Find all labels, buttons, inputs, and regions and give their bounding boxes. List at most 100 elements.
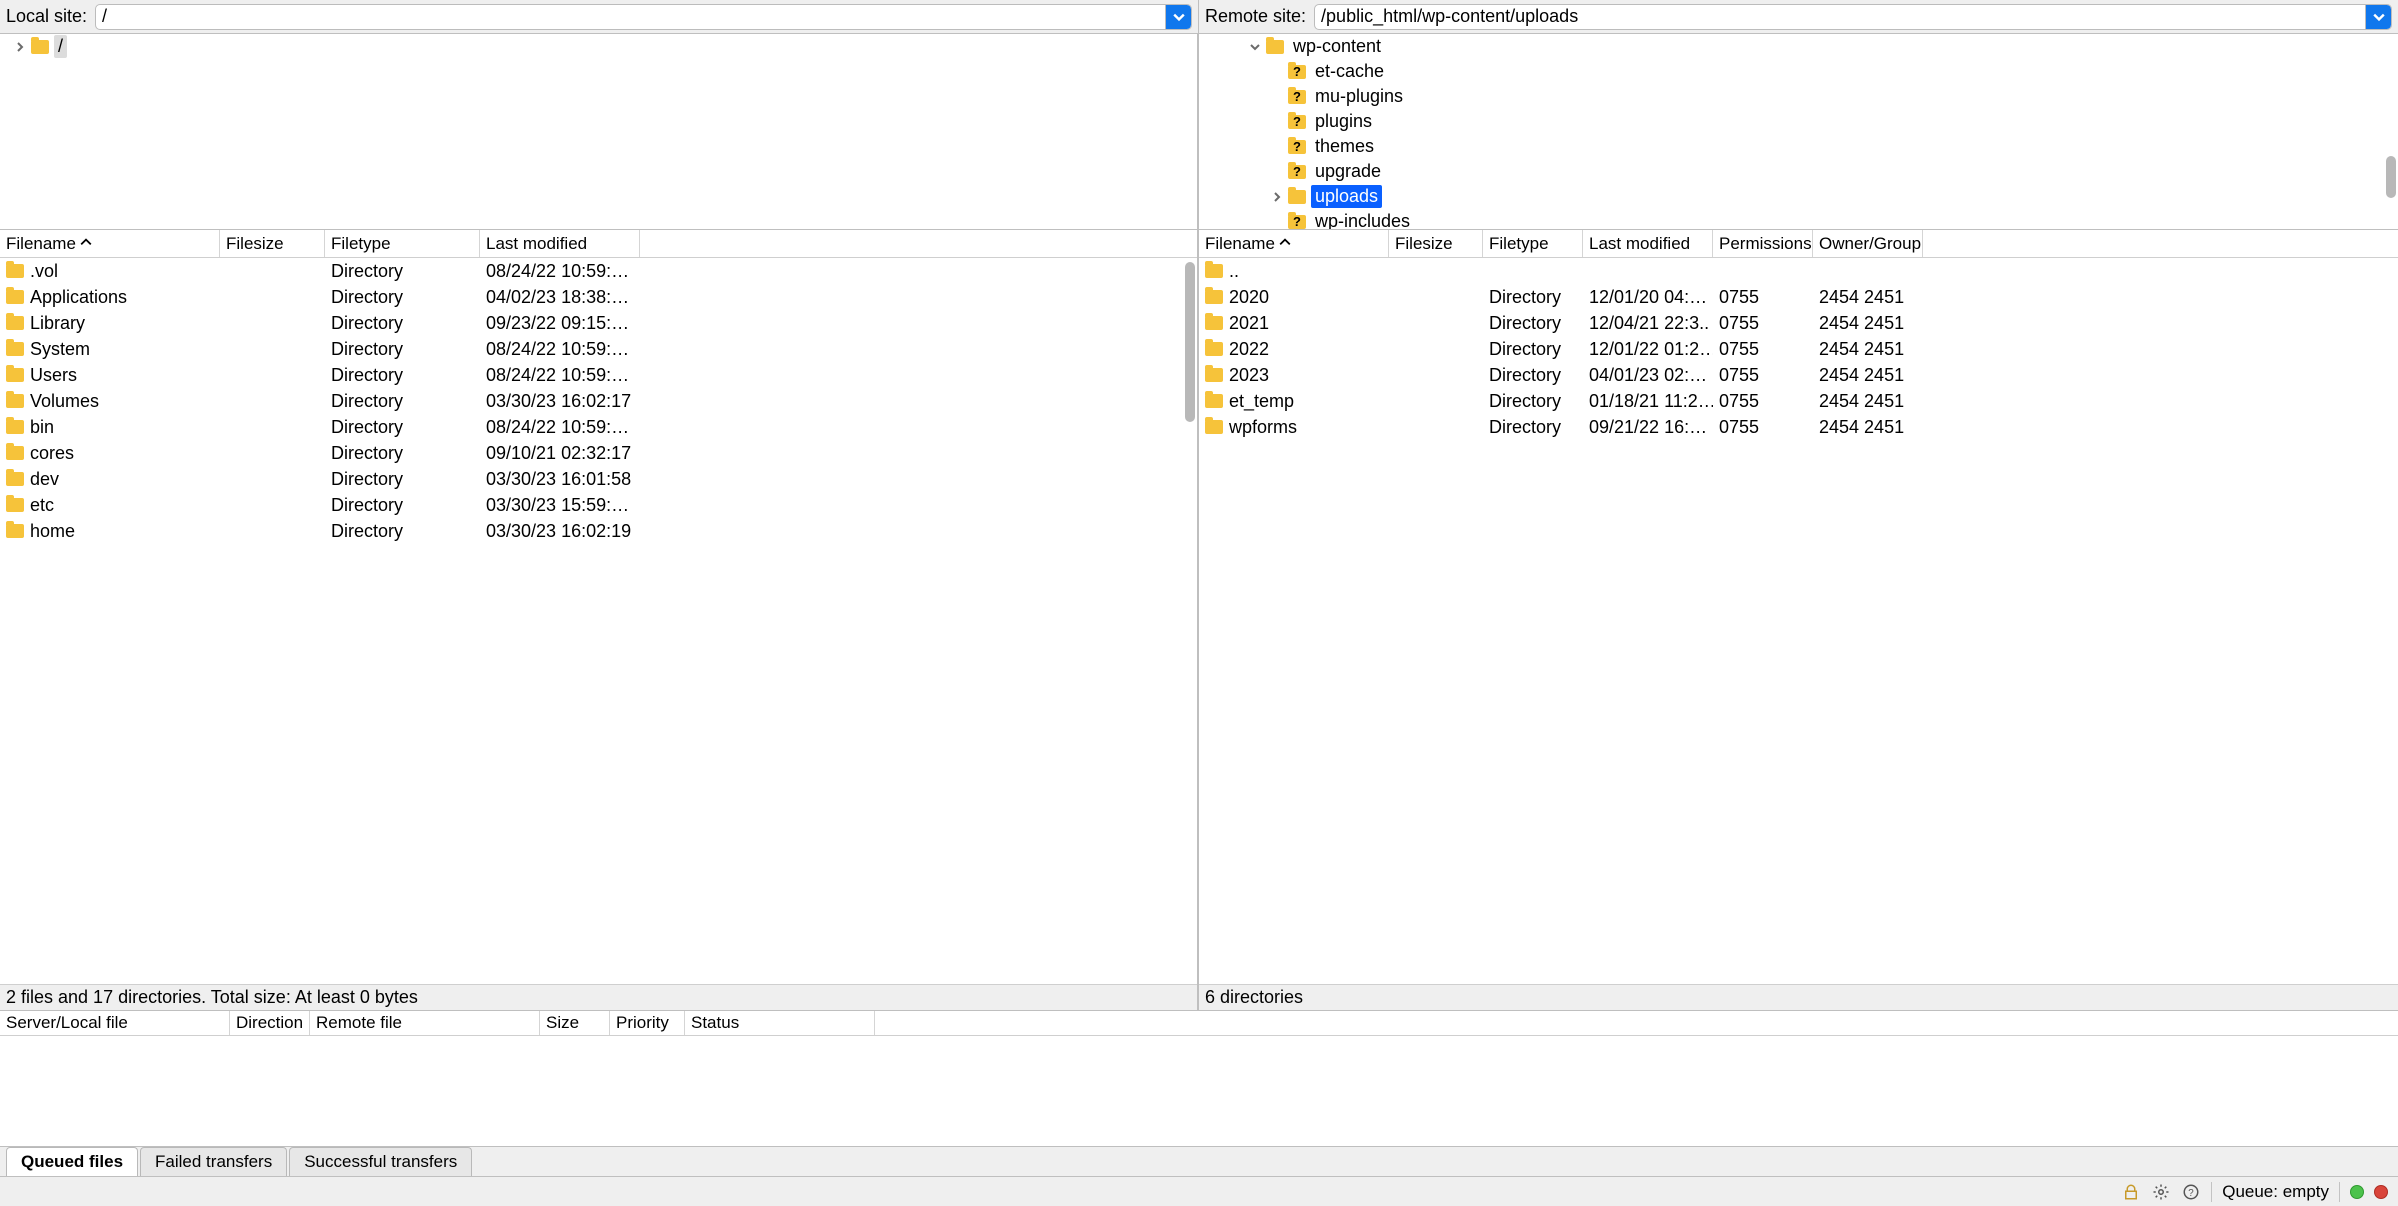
file-name: Applications bbox=[30, 287, 127, 308]
remote-rows[interactable]: ..2020Directory12/01/20 04:…07552454 245… bbox=[1199, 258, 2398, 984]
column-header[interactable]: Filename bbox=[1199, 230, 1389, 257]
folder-icon bbox=[6, 472, 24, 486]
folder-icon bbox=[6, 342, 24, 356]
disclosure-icon[interactable] bbox=[1271, 192, 1283, 202]
folder-icon bbox=[1205, 316, 1223, 330]
column-header[interactable]: Permissions bbox=[1713, 230, 1813, 257]
column-header[interactable]: Filesize bbox=[220, 230, 325, 257]
column-header[interactable]: Last modified bbox=[1583, 230, 1713, 257]
column-header[interactable]: Filetype bbox=[1483, 230, 1583, 257]
tree-item-label: wp-content bbox=[1289, 35, 1385, 58]
tree-item-label: uploads bbox=[1311, 185, 1382, 208]
file-row[interactable]: 2022Directory12/01/22 01:2…07552454 2451 bbox=[1199, 336, 2398, 362]
tab[interactable]: Successful transfers bbox=[289, 1147, 472, 1176]
tree-item[interactable]: ?wp-includes bbox=[1199, 209, 2398, 230]
tree-item[interactable]: / bbox=[0, 34, 1197, 59]
file-row[interactable]: VolumesDirectory03/30/23 16:02:17 bbox=[0, 388, 1197, 414]
column-header[interactable]: Owner/Group bbox=[1813, 230, 1923, 257]
file-row[interactable]: LibraryDirectory09/23/22 09:15:… bbox=[0, 310, 1197, 336]
column-header[interactable]: Priority bbox=[610, 1011, 685, 1035]
remote-path-input[interactable] bbox=[1315, 5, 2365, 29]
cell-mod: 12/01/20 04:… bbox=[1583, 287, 1713, 308]
file-row[interactable]: 2023Directory04/01/23 02:…07552454 2451 bbox=[1199, 362, 2398, 388]
scrollbar-thumb[interactable] bbox=[2386, 156, 2396, 198]
lock-icon[interactable] bbox=[2121, 1182, 2141, 1202]
local-path-input[interactable] bbox=[96, 5, 1165, 29]
local-path-dropdown[interactable] bbox=[1165, 5, 1191, 29]
tree-item[interactable]: ?et-cache bbox=[1199, 59, 2398, 84]
local-column-header[interactable]: FilenameFilesizeFiletype Last modified bbox=[0, 230, 1197, 258]
local-rows[interactable]: .volDirectory08/24/22 10:59:…Application… bbox=[0, 258, 1197, 984]
file-row[interactable]: ApplicationsDirectory04/02/23 18:38:… bbox=[0, 284, 1197, 310]
local-path-field[interactable] bbox=[95, 4, 1192, 30]
tree-item[interactable]: ?themes bbox=[1199, 134, 2398, 159]
file-row[interactable]: homeDirectory03/30/23 16:02:19 bbox=[0, 518, 1197, 544]
tab[interactable]: Queued files bbox=[6, 1147, 138, 1176]
folder-icon bbox=[6, 316, 24, 330]
file-row[interactable]: UsersDirectory08/24/22 10:59:… bbox=[0, 362, 1197, 388]
file-row[interactable]: .volDirectory08/24/22 10:59:… bbox=[0, 258, 1197, 284]
remote-status-text: 6 directories bbox=[1205, 987, 1303, 1008]
disclosure-icon[interactable] bbox=[14, 42, 26, 52]
remote-column-header[interactable]: Filename Filesize Filetype Last modifiedPer… bbox=[1199, 230, 2398, 258]
local-tree[interactable]: / bbox=[0, 34, 1197, 230]
cell-perm: 0755 bbox=[1713, 365, 1813, 386]
tree-item[interactable]: wp-content bbox=[1199, 34, 2398, 59]
queue-body[interactable] bbox=[0, 1036, 2398, 1146]
file-row[interactable]: .. bbox=[1199, 258, 2398, 284]
folder-unknown-icon: ? bbox=[1288, 215, 1306, 229]
tree-item[interactable]: ?upgrade bbox=[1199, 159, 2398, 184]
column-header[interactable]: Filesize bbox=[1389, 230, 1483, 257]
local-path-bar: Local site: bbox=[0, 0, 1199, 33]
column-label: Filename bbox=[1205, 234, 1275, 254]
cell-name: et_temp bbox=[1199, 391, 1389, 412]
folder-icon bbox=[6, 264, 24, 278]
tree-item-label: upgrade bbox=[1311, 160, 1385, 183]
column-header[interactable]: Filename bbox=[0, 230, 220, 257]
gear-icon[interactable] bbox=[2151, 1182, 2171, 1202]
cell-name: etc bbox=[0, 495, 220, 516]
column-header[interactable]: Remote file bbox=[310, 1011, 540, 1035]
cell-mod: 12/01/22 01:2… bbox=[1583, 339, 1713, 360]
cell-type: Directory bbox=[1483, 365, 1583, 386]
queue-column-header[interactable]: Server/Local fileDirectionRemote fileSiz… bbox=[0, 1010, 2398, 1036]
remote-path-field[interactable] bbox=[1314, 4, 2392, 30]
file-row[interactable]: devDirectory03/30/23 16:01:58 bbox=[0, 466, 1197, 492]
file-name: 2020 bbox=[1229, 287, 1269, 308]
column-label: Last modified bbox=[486, 234, 587, 254]
file-row[interactable]: wpformsDirectory09/21/22 16:…07552454 24… bbox=[1199, 414, 2398, 440]
folder-unknown-icon: ? bbox=[1288, 115, 1306, 129]
file-row[interactable]: binDirectory08/24/22 10:59:… bbox=[0, 414, 1197, 440]
tree-item[interactable]: ?mu-plugins bbox=[1199, 84, 2398, 109]
file-row[interactable]: 2021Directory12/04/21 22:3..07552454 245… bbox=[1199, 310, 2398, 336]
file-row[interactable]: SystemDirectory08/24/22 10:59:… bbox=[0, 336, 1197, 362]
cell-name: Applications bbox=[0, 287, 220, 308]
cell-type: Directory bbox=[325, 261, 480, 282]
column-header[interactable]: Server/Local file bbox=[0, 1011, 230, 1035]
cell-name: cores bbox=[0, 443, 220, 464]
main-split: / FilenameFilesizeFiletypeLast modified … bbox=[0, 34, 2398, 1010]
help-icon[interactable]: ? bbox=[2181, 1182, 2201, 1202]
file-name: Users bbox=[30, 365, 77, 386]
column-header[interactable]: Direction bbox=[230, 1011, 310, 1035]
column-header[interactable]: Last modified bbox=[480, 230, 640, 257]
cell-mod: 04/01/23 02:… bbox=[1583, 365, 1713, 386]
tab[interactable]: Failed transfers bbox=[140, 1147, 287, 1176]
column-header[interactable]: Size bbox=[540, 1011, 610, 1035]
file-name: .vol bbox=[30, 261, 58, 282]
column-label: Priority bbox=[616, 1013, 669, 1033]
scrollbar-thumb[interactable] bbox=[1185, 262, 1195, 422]
column-header[interactable]: Status bbox=[685, 1011, 875, 1035]
status-dot-green bbox=[2350, 1185, 2364, 1199]
disclosure-icon[interactable] bbox=[1249, 42, 1261, 52]
remote-tree[interactable]: wp-content?et-cache?mu-plugins?plugins?t… bbox=[1199, 34, 2398, 230]
remote-path-dropdown[interactable] bbox=[2365, 5, 2391, 29]
file-row[interactable]: 2020Directory12/01/20 04:…07552454 2451 bbox=[1199, 284, 2398, 310]
file-row[interactable]: etcDirectory03/30/23 15:59:… bbox=[0, 492, 1197, 518]
column-header[interactable]: Filetype bbox=[325, 230, 480, 257]
file-row[interactable]: coresDirectory09/10/21 02:32:17 bbox=[0, 440, 1197, 466]
tree-item[interactable]: uploads bbox=[1199, 184, 2398, 209]
column-label: Filetype bbox=[1489, 234, 1549, 254]
tree-item[interactable]: ?plugins bbox=[1199, 109, 2398, 134]
file-row[interactable]: et_tempDirectory01/18/21 11:2…07552454 2… bbox=[1199, 388, 2398, 414]
